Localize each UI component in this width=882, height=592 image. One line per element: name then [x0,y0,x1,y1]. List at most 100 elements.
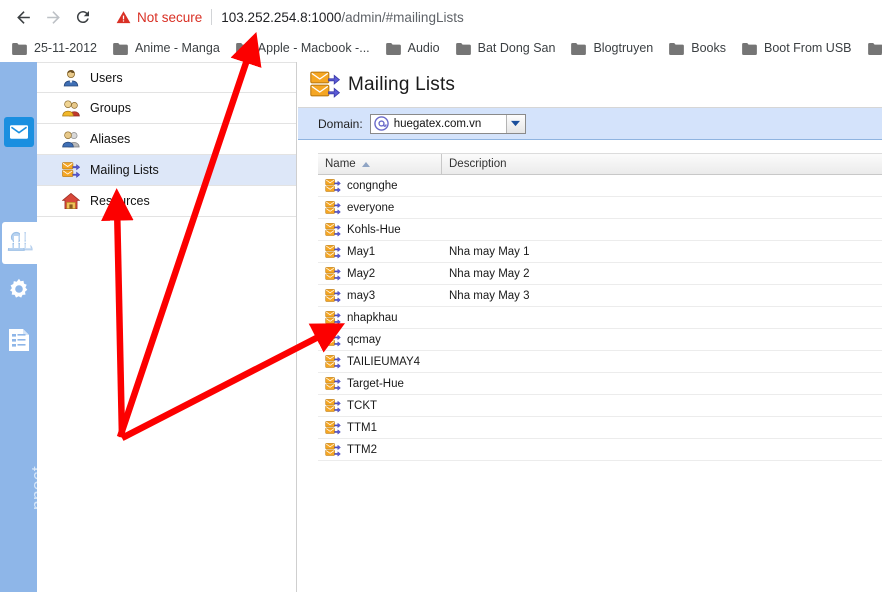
cell-name: TCKT [318,398,442,413]
folder-icon [867,42,882,55]
bookmark-item[interactable]: Apple - Macbook -... [230,38,376,58]
row-name: TTM1 [347,421,378,434]
bookmark-item[interactable]: Audio [380,38,446,58]
table-row[interactable]: May2 Nha may May 2 [318,263,882,285]
table-row[interactable]: qcmay [318,329,882,351]
bookmark-item[interactable] [862,39,882,57]
row-name: TTM2 [347,443,378,456]
column-header-label: Name [325,158,356,170]
url-text: 103.252.254.8:1000/admin/#mailingLists [221,10,463,25]
bookmark-item[interactable]: Bat Dong San [450,38,562,58]
address-bar-row: Not secure 103.252.254.8:1000/admin/#mai… [0,0,882,34]
rail-item-statistics[interactable] [0,217,37,261]
domain-label: Domain: [318,116,363,131]
nav-item-groups[interactable]: Groups [37,93,296,124]
row-name: Kohls-Hue [347,223,401,236]
column-header-label: Description [449,158,507,170]
mailing-list-icon [325,244,341,259]
aliases-icon [62,130,80,148]
nav-item-label: Aliases [90,132,131,146]
nav-item-label: Resources [90,194,150,208]
omnibox[interactable]: Not secure 103.252.254.8:1000/admin/#mai… [104,3,874,31]
row-name: May1 [347,245,376,258]
bookmark-item[interactable]: Books [663,38,732,58]
content-panel: Mailing Lists Domain: huegatex.com.vn Na… [298,62,882,592]
table-row[interactable]: TCKT [318,395,882,417]
row-name: everyone [347,201,395,214]
mailing-list-icon [325,376,341,391]
bookmark-label: 25-11-2012 [34,41,98,55]
table-row[interactable]: nhapkhau [318,307,882,329]
column-header-name[interactable]: Name [318,154,442,174]
folder-icon [669,42,685,55]
bookmarks-bar: 25-11-2012 Anime - Manga Apple - Macbook… [0,34,882,62]
reload-button[interactable] [68,2,98,32]
bookmark-item[interactable]: Anime - Manga [107,38,226,58]
mailing-list-icon [325,398,341,413]
cell-name: TTM2 [318,442,442,457]
table-row[interactable]: congnghe [318,175,882,197]
table-row[interactable]: TAILIEUMAY4 [318,351,882,373]
statistics-icon [7,226,31,253]
mailing-lists-table: Name Description congnghe everyone Kohls-H… [318,153,882,461]
table-body: congnghe everyone Kohls-Hue May1 Nha may May… [318,175,882,461]
chevron-down-icon[interactable] [505,114,525,133]
folder-icon [235,42,251,55]
mailing-list-icon [325,266,341,281]
table-row[interactable]: everyone [318,197,882,219]
app-icon-rail: nnect [0,62,47,592]
table-row[interactable]: TTM2 [318,439,882,461]
resources-home-icon [62,192,80,210]
row-name: TCKT [347,399,378,412]
table-row[interactable]: may3 Nha may May 3 [318,285,882,307]
bookmark-label: Blogtruyen [593,41,654,55]
mailing-list-icon [325,222,341,237]
mailing-list-icon [325,178,341,193]
bookmark-item[interactable]: Blogtruyen [565,38,659,58]
cell-name: Kohls-Hue [318,222,442,237]
nav-item-aliases[interactable]: Aliases [37,124,296,155]
column-header-description[interactable]: Description [442,154,507,174]
mail-icon [3,117,34,147]
browser-window: Not secure 103.252.254.8:1000/admin/#mai… [0,0,882,592]
rail-item-documents[interactable] [0,320,37,364]
cell-name: TAILIEUMAY4 [318,354,442,369]
folder-icon [113,42,128,55]
nav-item-resources[interactable]: Resources [37,186,296,217]
folder-icon [742,42,757,55]
row-name: nhapkhau [347,311,398,324]
warning-triangle-icon [116,10,131,25]
nav-item-users[interactable]: Users [37,62,296,93]
rail-vertical-brand-label: nnect [2,466,47,592]
nav-item-mailing-lists[interactable]: Mailing Lists [37,155,296,186]
rail-item-settings[interactable] [0,269,37,313]
bookmark-label: Boot From USB [763,41,852,55]
bookmark-item[interactable]: 25-11-2012 [6,38,103,58]
table-header-row: Name Description [318,153,882,175]
bookmark-label: Apple - Macbook -... [257,41,370,55]
cell-name: May1 [318,244,442,259]
rail-item-mail[interactable] [0,110,37,154]
table-row[interactable]: TTM1 [318,417,882,439]
bookmark-item[interactable]: Boot From USB [736,38,858,58]
row-name: Target-Hue [347,377,404,390]
row-name: May2 [347,267,376,280]
cell-description: Nha may May 2 [449,267,530,280]
cell-name: TTM1 [318,420,442,435]
row-name: TAILIEUMAY4 [347,355,421,368]
domain-select[interactable]: huegatex.com.vn [369,113,526,134]
omnibox-divider [211,9,213,25]
back-button[interactable] [8,2,38,32]
bookmark-label: Bat Dong San [477,41,556,55]
table-row[interactable]: May1 Nha may May 1 [318,241,882,263]
cell-name: nhapkhau [318,310,442,325]
table-row[interactable]: Kohls-Hue [318,219,882,241]
row-name: congnghe [347,179,398,192]
cell-description: Nha may May 3 [449,289,530,302]
security-status-label: Not secure [137,9,203,25]
table-row[interactable]: Target-Hue [318,373,882,395]
forward-button[interactable] [38,2,68,32]
at-sign-icon [373,116,389,131]
bookmark-label: Anime - Manga [135,41,220,55]
cell-name: may3 [318,288,442,303]
